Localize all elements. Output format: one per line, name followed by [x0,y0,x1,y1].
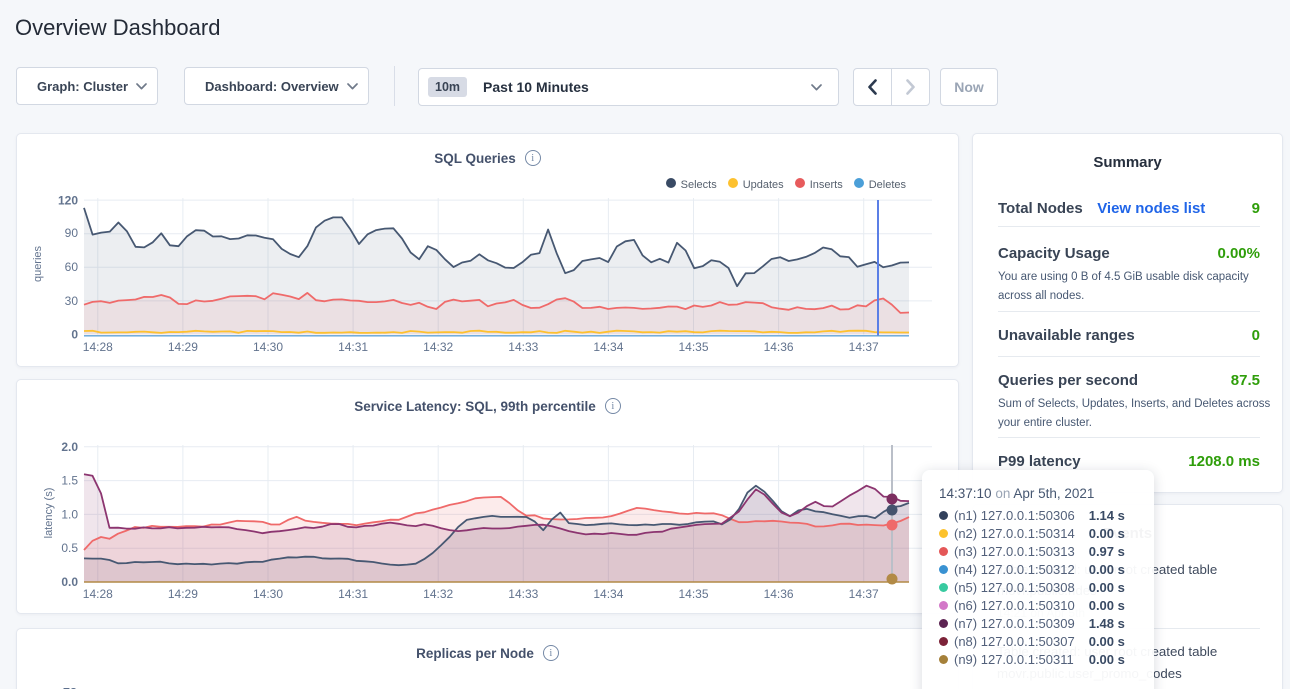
svg-text:14:37: 14:37 [849,340,879,354]
svg-text:60: 60 [65,260,79,274]
svg-text:14:31: 14:31 [338,340,368,354]
svg-text:14:33: 14:33 [508,587,538,601]
svg-text:14:37: 14:37 [849,587,879,601]
svg-text:14:32: 14:32 [423,587,453,601]
svg-text:14:30: 14:30 [253,340,283,354]
svg-text:14:36: 14:36 [764,587,794,601]
svg-text:latency (s): latency (s) [43,488,55,539]
svg-text:14:35: 14:35 [678,340,708,354]
svg-text:queries: queries [32,245,44,282]
svg-text:0.0: 0.0 [61,575,78,589]
svg-text:1.0: 1.0 [61,508,78,522]
svg-text:14:34: 14:34 [593,340,623,354]
svg-text:14:34: 14:34 [593,587,623,601]
svg-text:1.5: 1.5 [61,474,78,488]
svg-text:14:28: 14:28 [83,587,113,601]
svg-text:2.0: 2.0 [61,440,78,454]
svg-text:14:32: 14:32 [423,340,453,354]
svg-text:120: 120 [58,194,78,208]
svg-text:14:36: 14:36 [764,340,794,354]
svg-text:14:29: 14:29 [168,587,198,601]
svg-text:14:30: 14:30 [253,587,283,601]
svg-text:0: 0 [71,328,78,342]
svg-text:0.5: 0.5 [61,541,78,555]
svg-text:14:33: 14:33 [508,340,538,354]
svg-text:30: 30 [65,294,79,308]
svg-text:90: 90 [65,226,79,240]
svg-text:14:29: 14:29 [168,340,198,354]
svg-text:14:28: 14:28 [83,340,113,354]
svg-text:14:35: 14:35 [678,587,708,601]
svg-text:14:31: 14:31 [338,587,368,601]
